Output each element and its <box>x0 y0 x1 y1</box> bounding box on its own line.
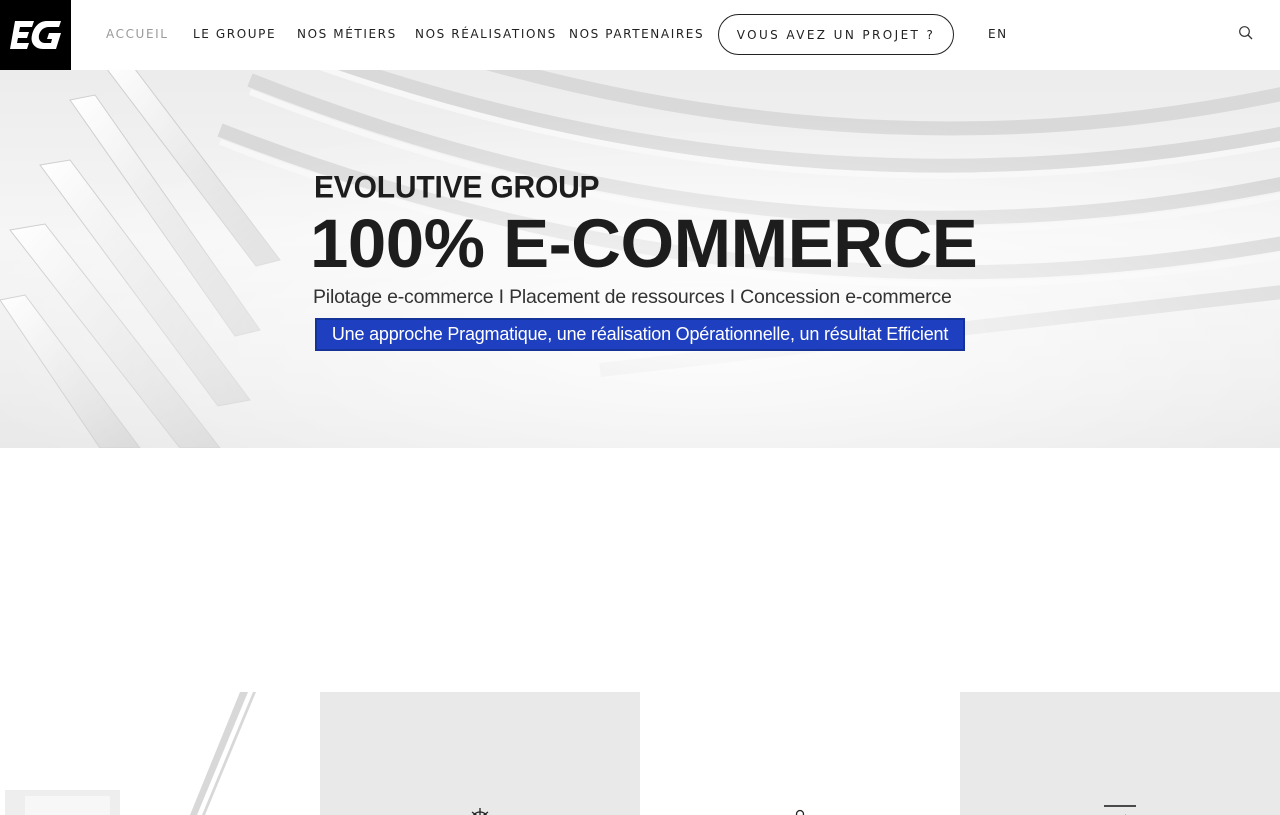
tile-placement[interactable] <box>640 692 960 815</box>
search-button[interactable] <box>1238 25 1256 43</box>
logo[interactable] <box>0 0 71 70</box>
person-icon <box>795 809 805 815</box>
project-cta-button[interactable]: VOUS AVEZ UN PROJET ? <box>718 14 954 55</box>
service-tiles <box>0 692 1280 815</box>
nav-nos-metiers[interactable]: NOS MÉTIERS <box>297 27 397 41</box>
nav-accueil[interactable]: ACCUEIL <box>106 27 169 41</box>
hero-tagline-banner: Une approche Pragmatique, une réalisatio… <box>315 318 965 351</box>
site-header: ACCUEIL LE GROUPE NOS MÉTIERS NOS RÉALIS… <box>0 0 1280 70</box>
hero-subtitle: Pilotage e-commerce I Placement de resso… <box>313 286 952 308</box>
eg-logo-icon <box>9 21 61 49</box>
laptop-photo <box>0 692 320 815</box>
hero-banner: EVOLUTIVE GROUP 100% E-COMMERCE Pilotage… <box>0 70 1280 448</box>
tile-laptop[interactable] <box>0 692 320 815</box>
search-icon <box>1239 26 1253 40</box>
hero-company-name: EVOLUTIVE GROUP <box>314 170 600 205</box>
tile-concession[interactable] <box>960 692 1280 815</box>
hero-headline: 100% E-COMMERCE <box>310 205 978 282</box>
ship-wheel-icon <box>471 808 489 815</box>
language-switch[interactable]: EN <box>988 27 1008 41</box>
presentation-board-icon <box>1104 805 1136 815</box>
nav-le-groupe[interactable]: LE GROUPE <box>193 27 276 41</box>
tile-pilotage[interactable] <box>320 692 640 815</box>
nav-nos-partenaires[interactable]: NOS PARTENAIRES <box>569 27 704 41</box>
nav-nos-realisations[interactable]: NOS RÉALISATIONS <box>415 27 557 41</box>
